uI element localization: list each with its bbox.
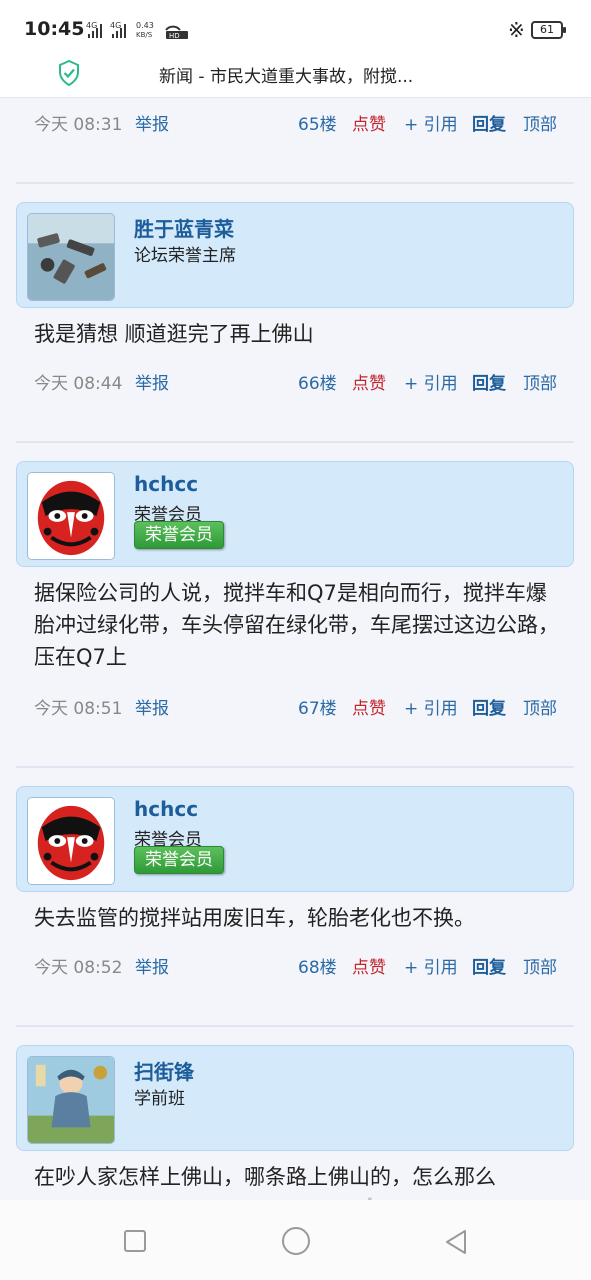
quote-button[interactable]: + 引用 xyxy=(404,369,458,394)
post-time: 今天 08:51 xyxy=(34,699,123,719)
reply-button[interactable]: 回复 xyxy=(472,110,506,135)
post-content: 我是猜想 顺道逛完了再上佛山 xyxy=(34,322,314,346)
avatar[interactable] xyxy=(27,472,115,560)
quote-button[interactable]: + 引用 xyxy=(404,110,458,135)
back-icon[interactable] xyxy=(443,1228,469,1256)
back-to-top-link[interactable]: 顶部 xyxy=(523,953,557,978)
post-meta-68: 今天 08:52 举报 68楼 点赞 + 引用 回复 顶部 xyxy=(0,953,591,978)
svg-text:4G: 4G xyxy=(86,21,97,30)
post-divider xyxy=(16,182,574,184)
post-content: 失去监管的搅拌站用废旧车，轮胎老化也不换。 xyxy=(34,906,475,930)
post-list: 今天 08:31 举报 65楼 点赞 + 引用 回复 顶部 胜于蓝青菜 论坛荣誉… xyxy=(0,98,591,1200)
avatar[interactable] xyxy=(27,213,115,301)
post-content: 据保险公司的人说，搅拌车和Q7是相向而行，搅拌车爆胎冲过绿化带，车头停留在绿化带… xyxy=(34,581,559,669)
quote-button[interactable]: + 引用 xyxy=(404,953,458,978)
battery-icon: 61 xyxy=(531,21,566,39)
post-content: 在吵人家怎样上佛山，哪条路上佛山的，怎么那么 xyxy=(34,1165,496,1189)
svg-text:HD: HD xyxy=(169,32,180,40)
avatar[interactable] xyxy=(27,1056,115,1144)
reply-button[interactable]: 回复 xyxy=(472,953,506,978)
author-card[interactable]: 胜于蓝青菜 论坛荣誉主席 xyxy=(16,202,574,308)
author-name[interactable]: hchcc xyxy=(134,472,198,496)
author-name[interactable]: 扫街锋 xyxy=(134,1056,194,1085)
back-to-top-link[interactable]: 顶部 xyxy=(523,369,557,394)
report-link[interactable]: 举报 xyxy=(135,110,169,135)
post-divider xyxy=(16,766,574,768)
report-link[interactable]: 举报 xyxy=(135,694,169,719)
post-time: 今天 08:52 xyxy=(34,958,123,978)
shield-check-icon xyxy=(59,60,79,86)
quote-button[interactable]: + 引用 xyxy=(404,694,458,719)
avatar[interactable] xyxy=(27,797,115,885)
author-group: 论坛荣誉主席 xyxy=(134,246,236,266)
member-badge: 荣誉会员 xyxy=(134,846,224,874)
author-card[interactable]: 扫街锋 学前班 xyxy=(16,1045,574,1151)
svg-text:4G: 4G xyxy=(110,21,121,30)
like-button[interactable]: 点赞 xyxy=(352,110,386,135)
floor-number[interactable]: 68楼 xyxy=(298,953,337,978)
post-meta-67: 今天 08:51 举报 67楼 点赞 + 引用 回复 顶部 xyxy=(0,694,591,719)
status-bar: 10:45 4G 4G 0.43 KB/S HD ※ 61 xyxy=(0,0,591,56)
post-meta-65: 今天 08:31 举报 65楼 点赞 + 引用 回复 顶部 xyxy=(0,110,591,135)
author-card[interactable]: hchcc 荣誉会员 荣誉会员 xyxy=(16,461,574,567)
author-group: 学前班 xyxy=(134,1089,185,1109)
bluetooth-icon: ※ xyxy=(508,18,525,42)
author-card[interactable]: hchcc 荣誉会员 荣誉会员 xyxy=(16,786,574,892)
reply-button[interactable]: 回复 xyxy=(472,694,506,719)
like-button[interactable]: 点赞 xyxy=(352,369,386,394)
post-divider xyxy=(16,441,574,443)
member-badge: 荣誉会员 xyxy=(134,521,224,549)
post-time: 今天 08:31 xyxy=(34,115,123,135)
page-title: 新闻 - 市民大道重大事故，附搅... xyxy=(159,67,414,87)
post-divider xyxy=(16,1025,574,1027)
post-time: 今天 08:44 xyxy=(34,374,123,394)
report-link[interactable]: 举报 xyxy=(135,953,169,978)
back-to-top-link[interactable]: 顶部 xyxy=(523,694,557,719)
floor-number[interactable]: 67楼 xyxy=(298,694,337,719)
svg-text:KB/S: KB/S xyxy=(136,31,153,39)
like-button[interactable]: 点赞 xyxy=(352,694,386,719)
svg-text:0.43: 0.43 xyxy=(136,21,154,30)
author-name[interactable]: hchcc xyxy=(134,797,198,821)
recent-apps-icon[interactable] xyxy=(124,1230,146,1252)
author-name[interactable]: 胜于蓝青菜 xyxy=(134,213,234,242)
floor-number[interactable]: 66楼 xyxy=(298,369,337,394)
report-link[interactable]: 举报 xyxy=(135,369,169,394)
home-icon[interactable] xyxy=(282,1227,310,1255)
floor-number[interactable]: 65楼 xyxy=(298,110,337,135)
status-time: 10:45 xyxy=(24,18,85,40)
back-to-top-link[interactable]: 顶部 xyxy=(523,110,557,135)
reply-button[interactable]: 回复 xyxy=(472,369,506,394)
title-bar: 新闻 - 市民大道重大事故，附搅... xyxy=(0,56,591,98)
post-meta-66: 今天 08:44 举报 66楼 点赞 + 引用 回复 顶部 xyxy=(0,369,591,394)
signal-icon: 4G 4G 0.43 KB/S HD xyxy=(86,21,188,40)
like-button[interactable]: 点赞 xyxy=(352,953,386,978)
system-nav-bar xyxy=(0,1200,591,1280)
